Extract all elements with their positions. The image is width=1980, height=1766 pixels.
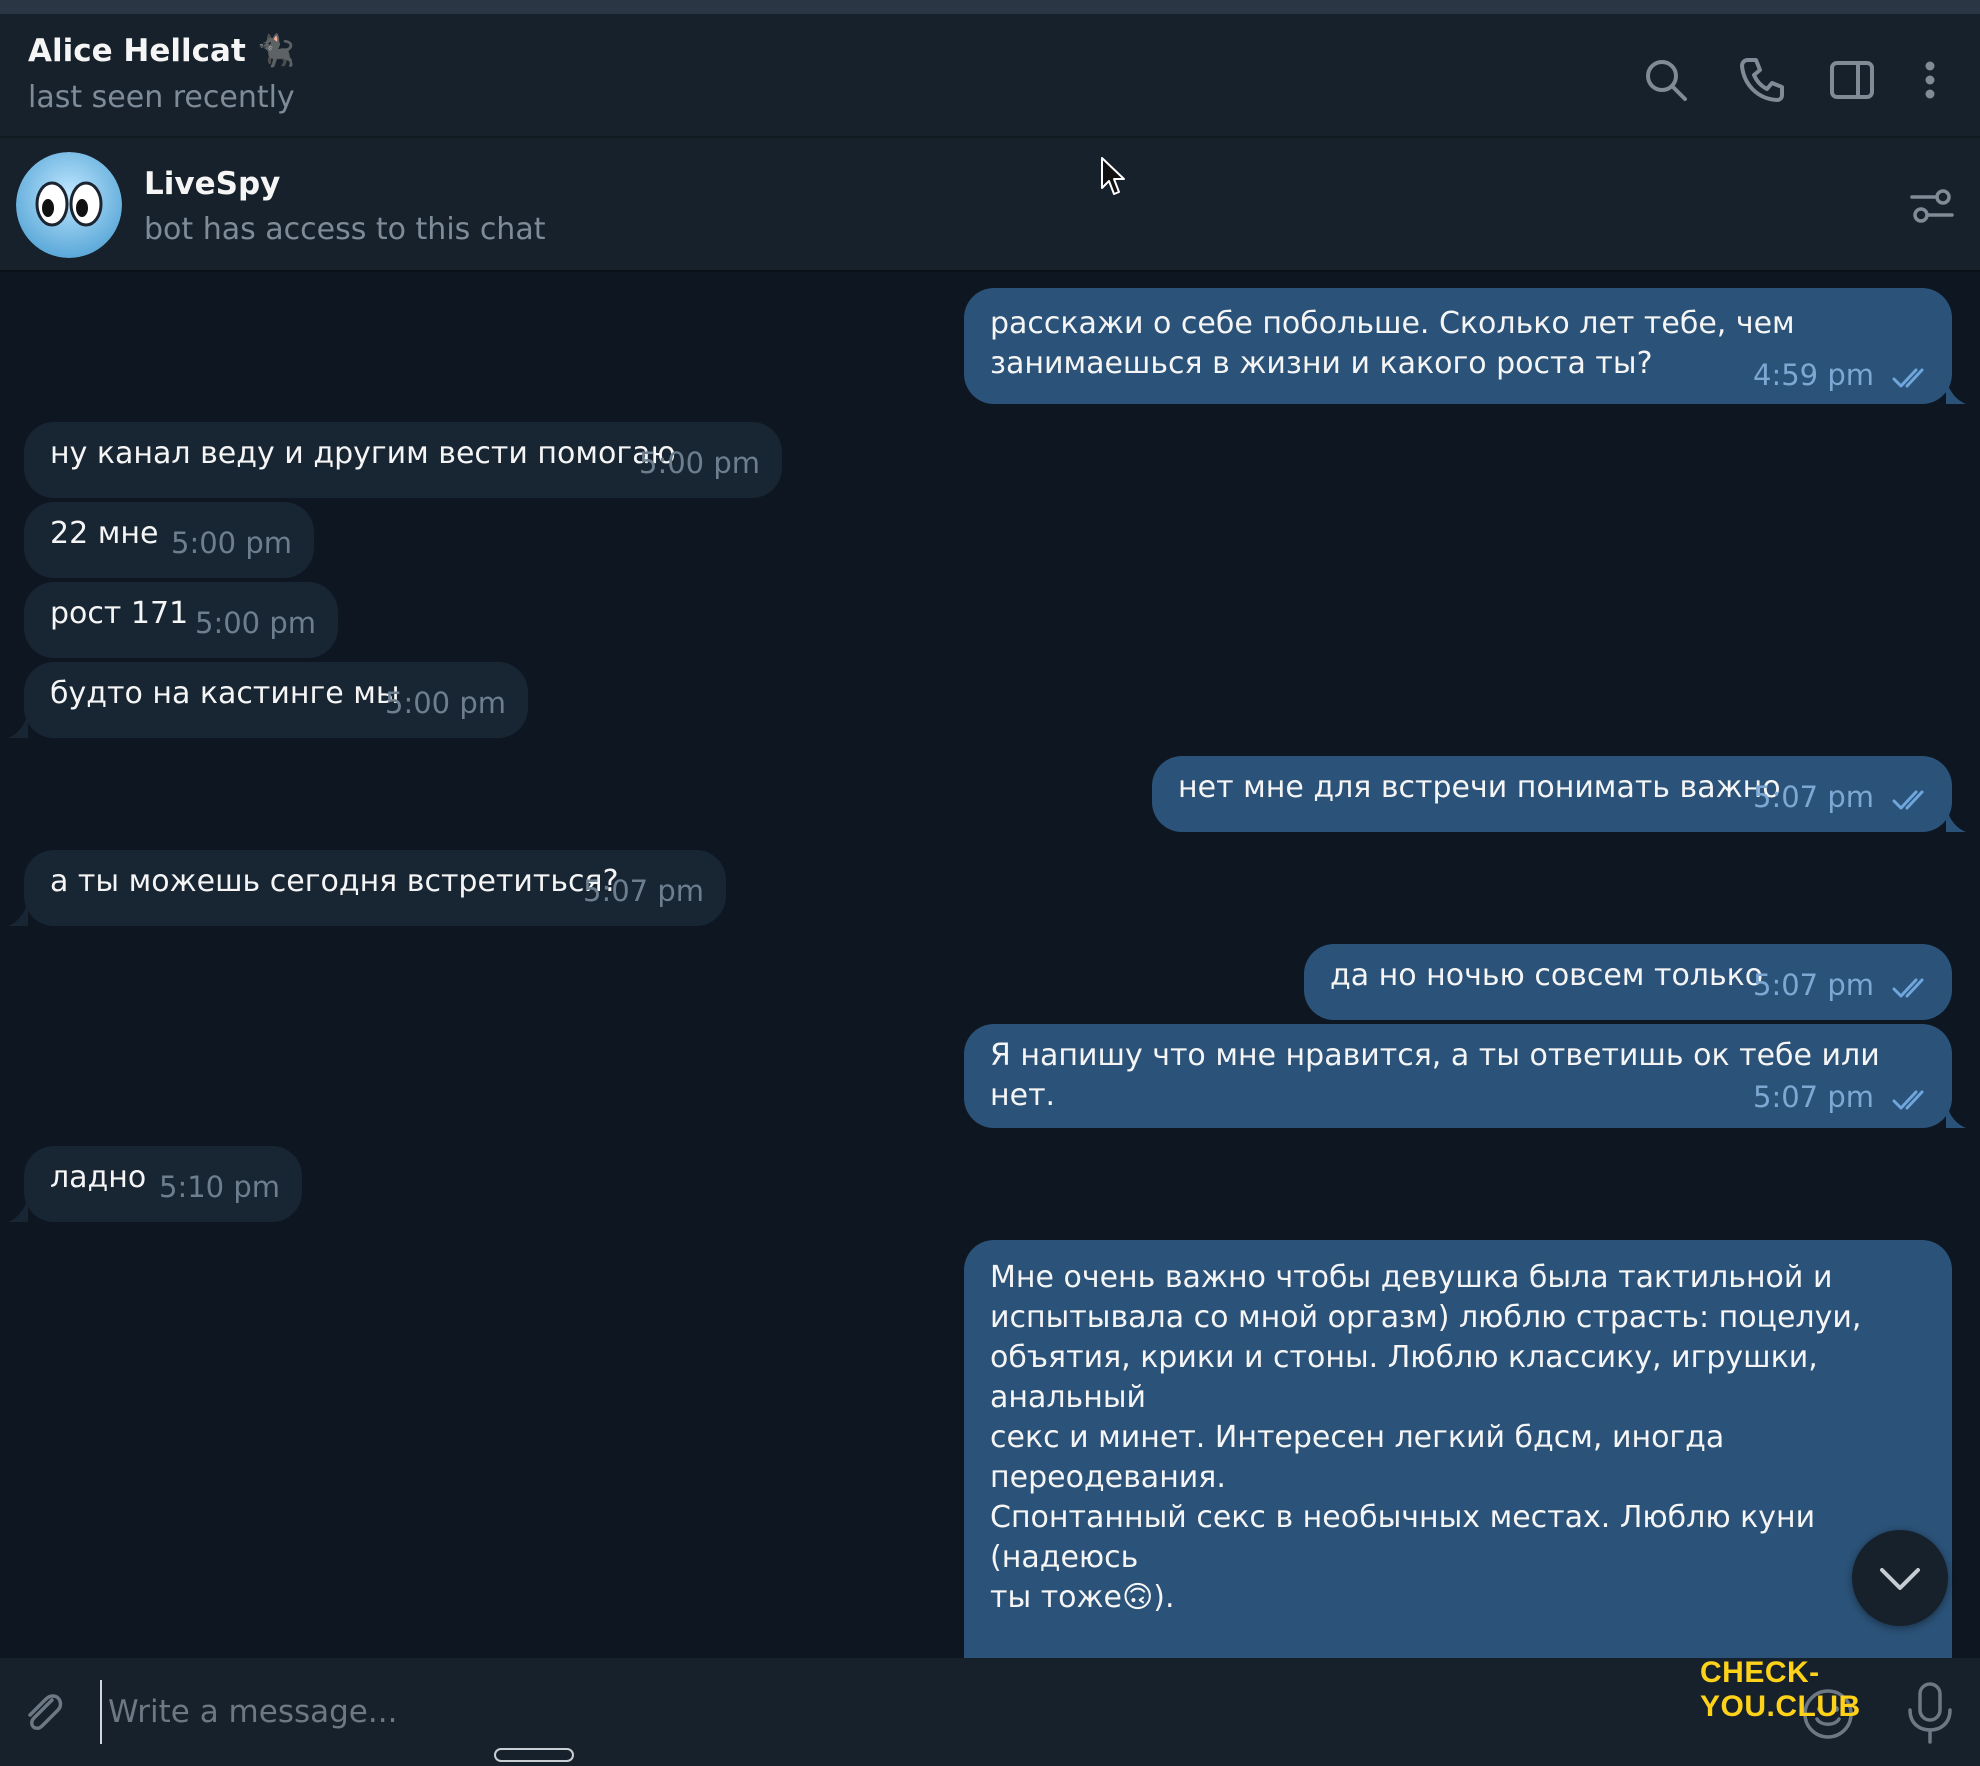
- message-time: 5:10 pm: [159, 1170, 280, 1204]
- bubble-tail: [8, 902, 28, 926]
- message-incoming[interactable]: ладно 5:10 pm: [24, 1146, 302, 1222]
- message-outgoing[interactable]: Мне очень важно чтобы девушка была такти…: [964, 1240, 1952, 1658]
- message-text: рост 171: [50, 596, 189, 631]
- chat-status: last seen recently: [28, 80, 295, 115]
- message-time: 5:00 pm: [639, 446, 760, 480]
- message-time: 5:00 pm: [171, 526, 292, 560]
- message-incoming[interactable]: будто на кастинге мы 5:00 pm: [24, 662, 528, 738]
- message-outgoing[interactable]: нет мне для встречи понимать важно 5:07 …: [1152, 756, 1952, 832]
- bot-avatar[interactable]: [16, 152, 122, 258]
- bot-name: LiveSpy: [144, 166, 281, 202]
- bubble-tail: [8, 714, 28, 738]
- double-check-icon: [1892, 790, 1924, 810]
- message-time: 5:00 pm: [385, 686, 506, 720]
- chat-header[interactable]: Alice Hellcat 🐈‍⬛ last seen recently: [0, 14, 1980, 138]
- search-icon[interactable]: [1640, 54, 1692, 106]
- message-time: 5:07 pm: [1753, 780, 1874, 814]
- chat-title[interactable]: Alice Hellcat 🐈‍⬛: [28, 32, 295, 69]
- message-text: а ты можешь сегодня встретиться?: [50, 864, 619, 899]
- double-check-icon: [1892, 1090, 1924, 1110]
- message-time: 5:00 pm: [195, 606, 316, 640]
- double-check-icon: [1892, 978, 1924, 998]
- mouse-cursor-icon: [1101, 157, 1125, 195]
- bot-description: bot has access to this chat: [144, 212, 546, 247]
- message-text: ну канал веду и другим вести помогаю: [50, 436, 676, 471]
- message-time: 5:07 pm: [1753, 1080, 1874, 1114]
- message-list[interactable]: расскажи о себе побольше. Сколько лет те…: [0, 272, 1980, 1658]
- message-input[interactable]: Write a message...: [100, 1680, 1768, 1744]
- bubble-tail: [8, 1198, 28, 1222]
- more-vertical-icon[interactable]: [1904, 54, 1956, 106]
- message-outgoing[interactable]: да но ночью совсем только 5:07 pm: [1304, 944, 1952, 1020]
- message-outgoing[interactable]: расскажи о себе побольше. Сколько лет те…: [964, 288, 1952, 404]
- message-incoming[interactable]: а ты можешь сегодня встретиться? 5:07 pm: [24, 850, 726, 926]
- message-incoming[interactable]: ну канал веду и другим вести помогаю 5:0…: [24, 422, 782, 498]
- message-composer[interactable]: Write a message...: [0, 1658, 1980, 1766]
- bot-settings-icon[interactable]: [1906, 180, 1958, 232]
- message-text: Мне очень важно чтобы девушка была такти…: [990, 1260, 1862, 1615]
- sidebar-toggle-icon[interactable]: [1826, 54, 1878, 106]
- message-text: да но ночью совсем только: [1330, 958, 1764, 993]
- chevron-down-icon: [1880, 1568, 1920, 1590]
- message-time: 5:07 pm: [1753, 968, 1874, 1002]
- message-text: будто на кастинге мы: [50, 676, 400, 711]
- message-text: нет мне для встречи понимать важно: [1178, 770, 1781, 805]
- message-time: 5:07 pm: [583, 874, 704, 908]
- message-text: расскажи о себе побольше. Сколько лет те…: [990, 306, 1795, 381]
- message-text: 22 мне: [50, 516, 159, 551]
- message-incoming[interactable]: рост 171 5:00 pm: [24, 582, 338, 658]
- scroll-to-bottom-button[interactable]: [1852, 1530, 1948, 1626]
- window-top-strip: [0, 0, 1980, 14]
- message-outgoing[interactable]: Я напишу что мне нравится, а ты ответишь…: [964, 1024, 1952, 1128]
- double-check-icon: [1892, 368, 1924, 388]
- message-time: 4:59 pm: [1753, 358, 1874, 392]
- bubble-tail: [1946, 380, 1966, 404]
- bot-access-bar[interactable]: LiveSpy bot has access to this chat: [0, 138, 1980, 272]
- phone-icon[interactable]: [1736, 54, 1788, 106]
- bubble-tail: [1946, 1104, 1966, 1128]
- attach-icon[interactable]: [18, 1688, 68, 1738]
- message-text: ладно: [50, 1160, 147, 1195]
- watermark: CHECK-YOU.CLUB: [1700, 1656, 1861, 1723]
- home-indicator[interactable]: [494, 1748, 574, 1762]
- bubble-tail: [1946, 808, 1966, 832]
- message-incoming[interactable]: 22 мне 5:00 pm: [24, 502, 314, 578]
